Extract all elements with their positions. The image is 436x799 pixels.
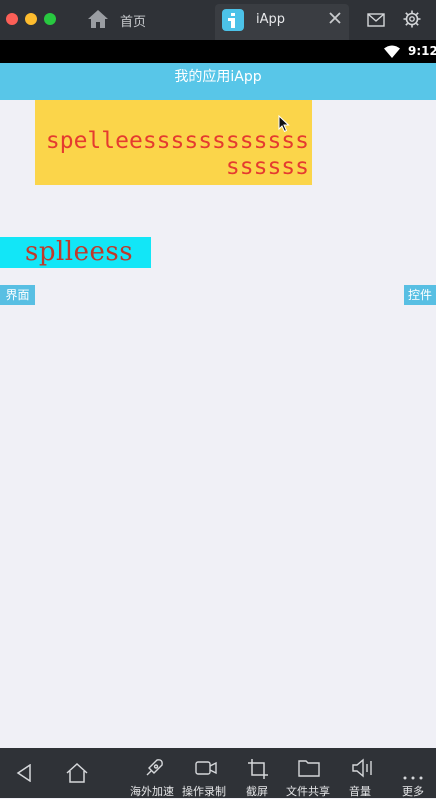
crop-icon — [247, 758, 269, 784]
folder-icon — [298, 759, 320, 781]
close-tab-icon[interactable] — [327, 10, 343, 26]
yellow-text: spelleessssssssssssssssss — [45, 128, 309, 180]
overseas-accel-button[interactable]: 海外加速 — [129, 748, 179, 798]
file-share-label: 文件共享 — [286, 785, 330, 798]
status-time: 9:12 — [408, 44, 436, 58]
mouse-cursor-icon — [278, 114, 290, 137]
tab-iapp[interactable]: iApp — [215, 4, 349, 40]
tab-home-label: 首页 — [120, 15, 147, 30]
app-title: 我的应用iApp — [174, 69, 262, 85]
volume-button[interactable]: 音量 — [348, 748, 376, 798]
overseas-accel-label: 海外加速 — [130, 785, 174, 798]
tab-iapp-label: iApp — [256, 12, 286, 27]
iapp-logo-icon — [222, 9, 244, 31]
tab-home[interactable]: 首页 — [78, 0, 213, 40]
screenshot-label: 截屏 — [246, 785, 268, 798]
minimize-window-button[interactable] — [25, 13, 37, 25]
home-icon — [86, 8, 110, 34]
close-window-button[interactable] — [6, 13, 18, 25]
cyan-text: splleess — [25, 237, 134, 267]
record-button[interactable]: 操作录制 — [181, 748, 231, 798]
more-button[interactable]: 更多 — [400, 748, 430, 798]
file-share-button[interactable]: 文件共享 — [285, 748, 335, 798]
gear-icon[interactable] — [403, 10, 421, 32]
android-status-bar: 9:12 — [0, 40, 436, 63]
rocket-icon — [143, 757, 165, 783]
back-icon — [16, 763, 32, 786]
more-icon — [403, 765, 423, 784]
mail-icon[interactable] — [367, 12, 385, 31]
back-button[interactable] — [12, 748, 38, 798]
screenshot-button[interactable]: 截屏 — [245, 748, 273, 798]
maximize-window-button[interactable] — [44, 13, 56, 25]
app-action-bar: 我的应用iApp — [0, 63, 436, 100]
window-title-bar: 首页 iApp — [0, 0, 436, 40]
cyan-text-view[interactable]: splleess — [0, 237, 151, 268]
video-icon — [195, 760, 217, 780]
wifi-icon — [384, 44, 400, 63]
volume-label: 音量 — [349, 785, 371, 798]
yellow-text-view[interactable]: spelleessssssssssssssssss — [35, 100, 312, 185]
home-button[interactable] — [62, 748, 92, 798]
home-icon — [65, 762, 89, 787]
interface-button[interactable]: 界面 — [0, 285, 35, 305]
controls-button[interactable]: 控件 — [404, 285, 436, 305]
more-label: 更多 — [402, 785, 424, 798]
record-label: 操作录制 — [182, 785, 226, 798]
emulator-bottom-toolbar: 海外加速 操作录制 截屏 文件共享 音量 更多 — [0, 748, 436, 798]
volume-icon — [351, 758, 375, 782]
